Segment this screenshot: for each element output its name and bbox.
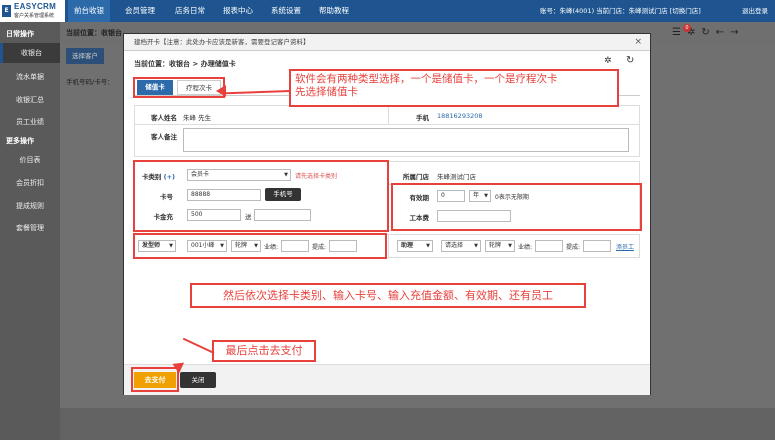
customer-name-value: 朱峰 先生 (183, 114, 212, 122)
sidebar-item-commission-rules[interactable]: 提成规则 (0, 196, 60, 216)
dialog-close-icon[interactable]: × (634, 34, 642, 51)
customer-name-label: 客人姓名 (151, 114, 177, 122)
sidebar-item-member-discount[interactable]: 会员折扣 (0, 173, 60, 193)
assistant-commission-label: 提成: (566, 244, 581, 251)
annotation-go-pay: 最后点击去支付 (212, 340, 316, 362)
nav-store-daily[interactable]: 店务日常 (168, 0, 212, 22)
validity-highlight-box (391, 183, 642, 231)
nav-system-settings[interactable]: 系统设置 (264, 0, 308, 22)
staff-highlight-box (133, 233, 387, 259)
sidebar-section-daily: 日常操作 (6, 30, 34, 38)
logo-title: EASYCRM (14, 2, 57, 11)
logo-subtitle: 客户关系管理系统 (14, 13, 55, 19)
sidebar-item-cash-summary[interactable]: 收银汇总 (0, 90, 60, 110)
close-button[interactable]: 关闭 (180, 372, 216, 388)
assistant-performance-label: 业绩: (518, 244, 533, 251)
logo-mark: E (2, 5, 11, 17)
logout-link[interactable]: 退出登录 (742, 0, 768, 22)
chevron-down-icon: ▼ (508, 243, 512, 249)
role-select-assistant[interactable]: 助理 ▼ (397, 240, 433, 252)
sidebar-item-package-management[interactable]: 套餐管理 (0, 218, 60, 238)
phone-card-label: 手机号码/卡号： (66, 78, 114, 86)
nav-front-cashier[interactable]: 前台收银 (68, 0, 110, 22)
customer-name-row: 客人姓名 朱峰 先生 手机 18816293208 (134, 105, 640, 125)
sidebar-item-price-list[interactable]: 价目表 (0, 150, 60, 170)
assistant-commission-input[interactable] (583, 240, 611, 252)
back-arrow-icon[interactable]: ← (716, 27, 730, 38)
dialog-titlebar: 建档开卡【注意：此处办卡应该是新客，需要登记客户资料】 (124, 34, 650, 51)
tabs-highlight-box (133, 77, 225, 98)
customer-remark-textarea[interactable] (183, 128, 629, 152)
rotation-assistant-value: 轮牌 (489, 242, 502, 249)
customer-remark-row: 客人备注 (134, 125, 640, 157)
annotation-card-types: 软件会有两种类型选择，一个是储值卡，一个是疗程次卡 先选择储值卡 (289, 69, 619, 107)
nav-report-center[interactable]: 报表中心 (216, 0, 260, 22)
cell-divider (388, 106, 389, 125)
app-logo[interactable]: E EASYCRM 客户关系管理系统 (0, 0, 66, 22)
dialog-breadcrumb: 当前位置：收银台 > 办理储值卡 (134, 60, 236, 68)
phone-value: 18816293208 (437, 112, 483, 120)
nav-help[interactable]: 帮助教程 (312, 0, 356, 22)
user-info: 账号：朱峰(4001) 当前门店：朱峰测试门店 [切换门店] (540, 7, 701, 15)
dialog-title: 建档开卡【注意：此处办卡应该是新客，需要登记客户资料】 (134, 38, 310, 46)
sidebar-item-flow-documents[interactable]: 流水单据 (0, 67, 60, 87)
select-customer-button[interactable]: 选择客户 (66, 48, 104, 64)
sidebar-section-more: 更多操作 (6, 137, 34, 145)
chevron-down-icon: ▼ (426, 243, 430, 249)
sidebar: 日常操作 收银台 流水单据 收银汇总 员工业绩 更多操作 价目表 会员折扣 提成… (0, 22, 60, 440)
main-footer (60, 408, 775, 440)
assistant-performance-input[interactable] (535, 240, 563, 252)
nav-member-management[interactable]: 会员管理 (118, 0, 162, 22)
sidebar-item-cashier[interactable]: 收银台 (0, 43, 60, 63)
cell-divider (388, 235, 389, 258)
staff-select-assistant[interactable]: 请选择 ▼ (441, 240, 481, 252)
dialog-refresh-icon[interactable]: ↻ (626, 55, 634, 66)
staff-assistant-value: 请选择 (445, 242, 464, 249)
top-navigation-bar: E EASYCRM 客户关系管理系统 前台收银 会员管理 店务日常 报表中心 系… (0, 0, 775, 22)
arrow-left-icon (216, 85, 226, 97)
customer-remark-label: 客人备注 (151, 133, 177, 141)
forward-arrow-icon[interactable]: → (730, 27, 744, 38)
add-staff-link[interactable]: 添员工 (616, 242, 634, 251)
role-assistant-value: 助理 (401, 242, 414, 249)
store-value: 朱峰测试门店 (437, 173, 476, 181)
sidebar-item-staff-performance[interactable]: 员工业绩 (0, 112, 60, 132)
pay-highlight-box (131, 367, 179, 392)
notification-badge: 0 (683, 24, 691, 32)
rotation-select-assistant[interactable]: 轮牌 ▼ (485, 240, 515, 252)
dialog-settings-icon[interactable]: ✲ (604, 56, 612, 66)
main-location: 当前位置：收银台 (66, 29, 122, 37)
chevron-down-icon: ▼ (474, 243, 478, 249)
phone-label: 手机 (416, 114, 429, 122)
annotation-fill-steps: 然后依次选择卡类别、输入卡号、输入充值金额、有效期、还有员工 (190, 283, 586, 308)
dialog-footer: 去支付 关闭 (124, 364, 650, 395)
refresh-icon[interactable]: ↻ (701, 27, 715, 38)
card-details-highlight-box (133, 160, 389, 232)
store-label: 所属门店 (403, 173, 429, 181)
